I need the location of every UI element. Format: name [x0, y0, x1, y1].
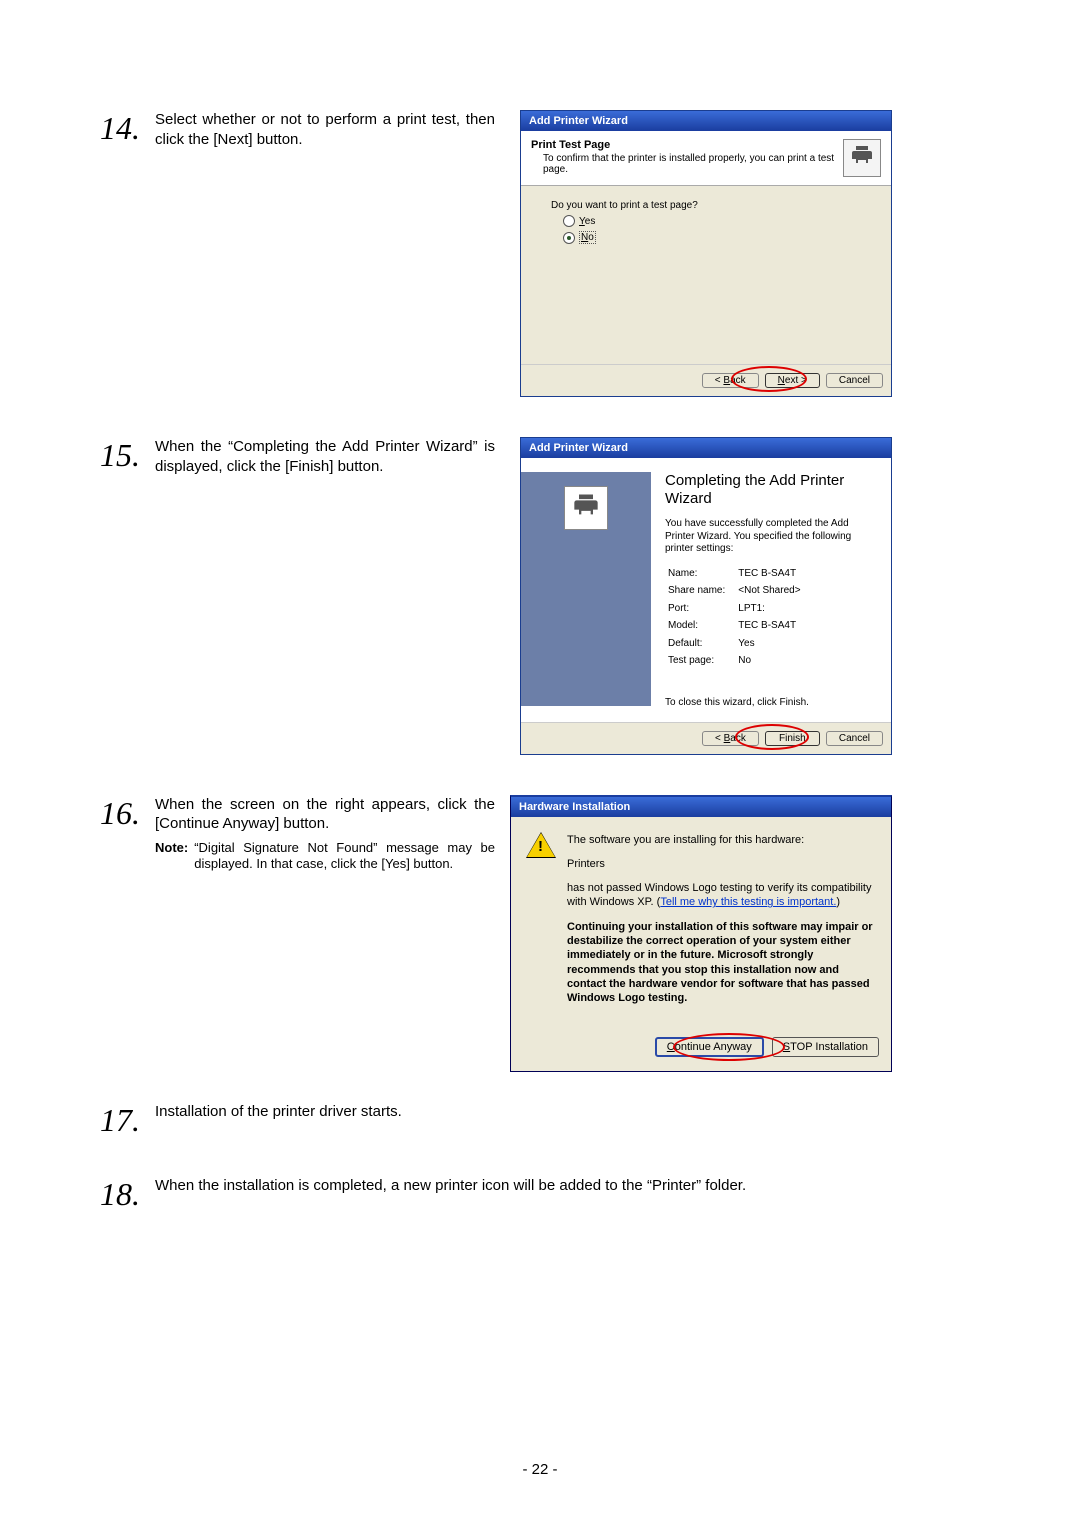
wizard-complete: Add Printer Wizard Completing the Add Pr…	[520, 437, 892, 755]
step-text-col: When the installation is completed, a ne…	[155, 1176, 980, 1202]
value-default: Yes	[737, 636, 801, 652]
page-number: - 22 -	[0, 1461, 1080, 1478]
step-text-col: Select whether or not to perform a print…	[155, 110, 510, 155]
step-text-col: When the “Completing the Add Printer Wiz…	[155, 437, 510, 482]
step-16-image: Hardware Installation ! The software you…	[510, 795, 892, 1073]
cancel-button[interactable]: Cancel	[826, 731, 883, 746]
wizard-print-test: Add Printer Wizard Print Test Page To co…	[520, 110, 892, 397]
radio-no[interactable]: No	[563, 231, 861, 244]
complete-sub: You have successfully completed the Add …	[665, 518, 871, 556]
note-text: “Digital Signature Not Found” message ma…	[194, 840, 495, 874]
wizard-footer: < Back Next > Cancel	[521, 364, 891, 396]
step-15-image: Add Printer Wizard Completing the Add Pr…	[510, 437, 892, 755]
wizard-header: Print Test Page To confirm that the prin…	[521, 131, 891, 186]
label-name: Name:	[667, 566, 735, 582]
hw-line3: has not passed Windows Logo testing to v…	[567, 881, 875, 910]
step-18-text: When the installation is completed, a ne…	[155, 1176, 965, 1196]
page: 14. Select whether or not to perform a p…	[0, 0, 1080, 1528]
hw-title: Hardware Installation	[511, 797, 891, 817]
back-button[interactable]: < Back	[702, 373, 759, 388]
step-16-note: Note: “Digital Signature Not Found” mess…	[155, 840, 495, 874]
finish-button[interactable]: Finish	[765, 731, 820, 746]
printer-settings-table: Name:TEC B-SA4T Share name:<Not Shared> …	[665, 564, 804, 671]
label-test: Test page:	[667, 653, 735, 669]
step-text-col: Installation of the printer driver start…	[155, 1102, 980, 1128]
step-number: 18.	[100, 1176, 155, 1210]
wizard-body: Do you want to print a test page? Yes No	[521, 186, 891, 364]
step-number: 14.	[100, 110, 155, 144]
step-16-text: When the screen on the right appears, cl…	[155, 795, 495, 834]
radio-yes[interactable]: Yes	[563, 215, 861, 227]
label-model: Model:	[667, 618, 735, 634]
step-number: 17.	[100, 1102, 155, 1136]
hw-line1: The software you are installing for this…	[567, 833, 875, 847]
radio-icon	[563, 232, 575, 244]
step-text-col: When the screen on the right appears, cl…	[155, 795, 510, 874]
step-16: 16. When the screen on the right appears…	[100, 795, 980, 1073]
wizard-sidebar	[521, 472, 651, 706]
close-text: To close this wizard, click Finish.	[665, 697, 871, 708]
printer-icon-box	[843, 139, 881, 177]
label-share: Share name:	[667, 583, 735, 599]
wizard-complete-content: Completing the Add Printer Wizard You ha…	[651, 472, 881, 708]
complete-title: Completing the Add Printer Wizard	[665, 472, 871, 508]
next-button[interactable]: Next >	[765, 373, 820, 388]
wizard-title: Add Printer Wizard	[521, 438, 891, 458]
step-18: 18. When the installation is completed, …	[100, 1176, 980, 1210]
back-button[interactable]: < Back	[702, 731, 759, 746]
step-14-text: Select whether or not to perform a print…	[155, 110, 495, 149]
printer-icon	[572, 491, 600, 525]
step-15-text: When the “Completing the Add Printer Wiz…	[155, 437, 495, 476]
wizard-title: Add Printer Wizard	[521, 111, 891, 131]
radio-icon	[563, 215, 575, 227]
step-15: 15. When the “Completing the Add Printer…	[100, 437, 980, 755]
hw-footer: Continue Anyway STOP Installation	[511, 1031, 891, 1071]
step-14-image: Add Printer Wizard Print Test Page To co…	[510, 110, 892, 397]
continue-anyway-button[interactable]: Continue Anyway	[655, 1037, 764, 1057]
stop-installation-button[interactable]: STOP Installation	[772, 1037, 879, 1057]
cancel-button[interactable]: Cancel	[826, 373, 883, 388]
note-label: Note:	[155, 840, 188, 874]
hw-line2: Printers	[567, 857, 875, 871]
logo-testing-link[interactable]: Tell me why this testing is important.	[660, 896, 836, 908]
printer-icon	[850, 143, 874, 173]
label-port: Port:	[667, 601, 735, 617]
warning-icon: !	[527, 833, 555, 857]
label-default: Default:	[667, 636, 735, 652]
step-17: 17. Installation of the printer driver s…	[100, 1102, 980, 1136]
wizard-header-sub: To confirm that the printer is installed…	[543, 153, 843, 175]
value-share: <Not Shared>	[737, 583, 801, 599]
wizard-header-title: Print Test Page	[531, 139, 843, 151]
wizard-body: Completing the Add Printer Wizard You ha…	[521, 458, 891, 722]
value-test: No	[737, 653, 801, 669]
step-17-text: Installation of the printer driver start…	[155, 1102, 965, 1122]
hw-body: ! The software you are installing for th…	[511, 817, 891, 1032]
printer-icon-box	[564, 486, 608, 530]
value-name: TEC B-SA4T	[737, 566, 801, 582]
step-number: 16.	[100, 795, 155, 829]
hw-warning: Continuing your installation of this sof…	[567, 920, 875, 1006]
hw-text: The software you are installing for this…	[567, 833, 875, 1016]
value-port: LPT1:	[737, 601, 801, 617]
wizard-question: Do you want to print a test page?	[551, 200, 861, 211]
step-14: 14. Select whether or not to perform a p…	[100, 110, 980, 397]
wizard-footer: < Back Finish Cancel	[521, 722, 891, 754]
hardware-installation-dialog: Hardware Installation ! The software you…	[510, 795, 892, 1073]
step-number: 15.	[100, 437, 155, 471]
value-model: TEC B-SA4T	[737, 618, 801, 634]
